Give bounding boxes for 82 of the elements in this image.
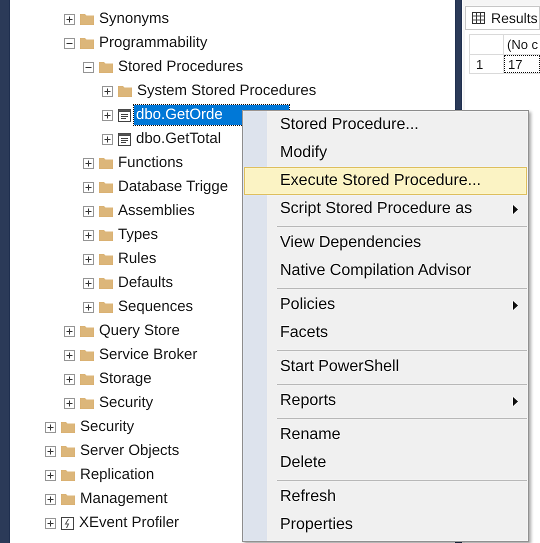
tree-item[interactable]: Types bbox=[116, 225, 160, 245]
expand-icon[interactable] bbox=[83, 278, 94, 288]
expand-icon[interactable] bbox=[83, 302, 94, 312]
folder-icon bbox=[80, 349, 94, 361]
column-header: (No c bbox=[506, 36, 538, 54]
tree-item[interactable]: Stored Procedures bbox=[116, 57, 246, 77]
expand-icon[interactable] bbox=[64, 374, 75, 384]
expand-icon[interactable] bbox=[45, 446, 56, 456]
menu-item[interactable]: Facets bbox=[244, 319, 527, 347]
tree-item[interactable]: Programmability bbox=[97, 33, 210, 53]
folder-icon bbox=[80, 13, 94, 25]
tree-item[interactable]: Functions bbox=[116, 153, 186, 173]
expand-icon[interactable] bbox=[83, 230, 94, 240]
profiler-icon bbox=[61, 516, 74, 530]
folder-icon bbox=[99, 61, 113, 73]
expand-icon[interactable] bbox=[64, 326, 75, 336]
tree-item[interactable]: Management bbox=[78, 489, 170, 509]
expand-icon[interactable] bbox=[64, 398, 75, 408]
tree-item[interactable]: Storage bbox=[97, 369, 154, 389]
menu-item[interactable]: Rename bbox=[244, 421, 527, 449]
folder-icon bbox=[61, 493, 75, 505]
folder-icon bbox=[99, 181, 113, 193]
tree-item[interactable]: Sequences bbox=[116, 297, 196, 317]
menu-item[interactable]: Delete bbox=[244, 449, 527, 477]
folder-icon bbox=[99, 277, 113, 289]
folder-icon bbox=[80, 373, 94, 385]
tree-item[interactable]: Database Trigge bbox=[116, 177, 230, 197]
tree-item[interactable]: Query Store bbox=[97, 321, 182, 341]
menu-item[interactable]: Start PowerShell bbox=[244, 353, 527, 381]
tree-item[interactable]: XEvent Profiler bbox=[77, 513, 182, 533]
folder-icon bbox=[99, 157, 113, 169]
expand-icon[interactable] bbox=[45, 470, 56, 480]
tree-item[interactable]: Assemblies bbox=[116, 201, 197, 221]
expand-icon[interactable] bbox=[102, 110, 113, 120]
folder-icon bbox=[118, 85, 132, 97]
table-cell[interactable]: 17 bbox=[504, 55, 540, 73]
expand-icon[interactable] bbox=[83, 206, 94, 216]
tree-item[interactable]: Service Broker bbox=[97, 345, 200, 365]
expand-icon[interactable] bbox=[102, 86, 113, 96]
menu-item[interactable]: Modify bbox=[244, 139, 527, 167]
folder-icon bbox=[61, 469, 75, 481]
menu-item[interactable]: Policies bbox=[244, 291, 527, 319]
expand-icon[interactable] bbox=[83, 254, 94, 264]
menu-item[interactable]: Script Stored Procedure as bbox=[244, 195, 527, 223]
tree-item[interactable]: Replication bbox=[78, 465, 156, 485]
menu-item[interactable]: Execute Stored Procedure... bbox=[244, 167, 527, 195]
menu-item[interactable]: Properties bbox=[244, 511, 527, 539]
folder-icon bbox=[80, 325, 94, 337]
tree-item[interactable]: Security bbox=[97, 393, 156, 413]
tree-item[interactable]: Rules bbox=[116, 249, 158, 269]
folder-icon bbox=[61, 421, 75, 433]
tree-item[interactable]: System Stored Procedures bbox=[135, 81, 318, 101]
folder-icon bbox=[99, 301, 113, 313]
row-number: 1 bbox=[470, 55, 504, 73]
tree-item[interactable]: Defaults bbox=[116, 273, 176, 293]
table-icon bbox=[118, 108, 131, 122]
expand-icon[interactable] bbox=[45, 422, 56, 432]
expand-icon[interactable] bbox=[83, 182, 94, 192]
folder-icon bbox=[80, 397, 94, 409]
menu-item[interactable]: Reports bbox=[244, 387, 527, 415]
grid-icon bbox=[472, 12, 485, 24]
collapse-icon[interactable] bbox=[64, 38, 75, 48]
tree-item[interactable]: Security bbox=[78, 417, 136, 437]
expand-icon[interactable] bbox=[102, 134, 113, 144]
table-icon bbox=[118, 132, 131, 146]
expand-icon[interactable] bbox=[83, 158, 94, 168]
collapse-icon[interactable] bbox=[83, 62, 94, 72]
folder-icon bbox=[99, 205, 113, 217]
folder-icon bbox=[99, 229, 113, 241]
expand-icon[interactable] bbox=[45, 518, 56, 528]
tree-item[interactable]: Server Objects bbox=[78, 441, 182, 461]
folder-icon bbox=[99, 253, 113, 265]
folder-icon bbox=[61, 445, 75, 457]
expand-icon[interactable] bbox=[64, 350, 75, 360]
folder-icon bbox=[80, 37, 94, 49]
tree-item[interactable]: Synonyms bbox=[97, 9, 172, 29]
expand-icon[interactable] bbox=[64, 14, 75, 24]
menu-item[interactable]: Native Compilation Advisor bbox=[244, 257, 527, 285]
menu-item[interactable]: Refresh bbox=[244, 483, 527, 511]
expand-icon[interactable] bbox=[45, 494, 56, 504]
tree-item[interactable]: dbo.GetTotal bbox=[134, 129, 224, 149]
menu-item[interactable]: View Dependencies bbox=[244, 229, 527, 257]
